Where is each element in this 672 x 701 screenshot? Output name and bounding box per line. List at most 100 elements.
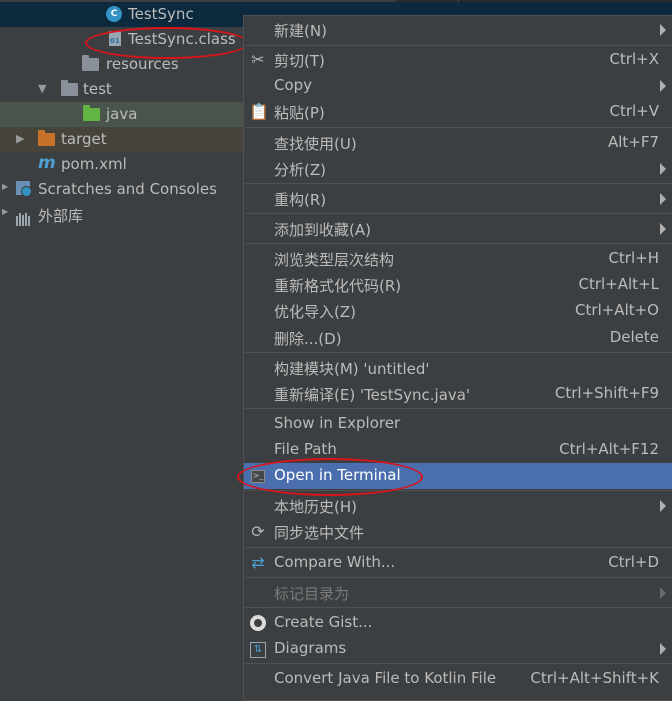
- menu-item-shortcut: Ctrl+D: [608, 553, 659, 571]
- submenu-arrow-icon: [660, 163, 666, 175]
- scratches-icon: [16, 181, 32, 197]
- menu-item-new[interactable]: 新建(N): [244, 17, 672, 43]
- library-icon: [16, 208, 32, 226]
- menu-separator: [245, 408, 672, 409]
- tree-item-label: TestSync: [128, 5, 194, 23]
- menu-item-paste[interactable]: 📋 粘贴(P) Ctrl+V: [244, 99, 672, 125]
- menu-item-label: 重构(R): [274, 191, 327, 209]
- menu-item-copy[interactable]: Copy: [244, 73, 672, 99]
- resources-folder-icon: [82, 55, 99, 71]
- menu-item-optimize-imports[interactable]: 优化导入(Z) Ctrl+Alt+O: [244, 298, 672, 324]
- class-file-icon: [109, 31, 121, 46]
- menu-separator: [245, 577, 672, 578]
- submenu-arrow-icon: [660, 500, 666, 512]
- menu-item-cut[interactable]: ✂ 剪切(T) Ctrl+X: [244, 47, 672, 73]
- diagram-icon: ⇅: [250, 642, 266, 658]
- menu-item-mark-directory-as[interactable]: 标记目录为: [244, 580, 672, 606]
- menu-separator: [245, 183, 672, 184]
- menu-item-label: 重新格式化代码(R): [274, 277, 402, 295]
- menu-item-find-usages[interactable]: 查找使用(U) Alt+F7: [244, 130, 672, 156]
- menu-item-file-path[interactable]: File Path Ctrl+Alt+F12: [244, 437, 672, 463]
- tree-item-label: 外部库: [38, 207, 84, 225]
- menu-item-label: 添加到收藏(A): [274, 221, 371, 239]
- menu-separator: [245, 127, 672, 128]
- menu-item-diagrams[interactable]: ⇅ Diagrams: [244, 636, 672, 662]
- tree-item-label: resources: [106, 55, 179, 73]
- menu-separator: [245, 352, 672, 353]
- expand-arrow-icon[interactable]: ▶: [2, 207, 8, 216]
- expand-arrow-icon[interactable]: ▶: [16, 132, 24, 145]
- menu-item-label: 删除...(D): [274, 330, 342, 348]
- menu-item-label: Convert Java File to Kotlin File: [274, 669, 497, 687]
- expand-arrow-icon[interactable]: ▼: [38, 82, 46, 95]
- menu-item-local-history[interactable]: 本地历史(H): [244, 493, 672, 519]
- menu-item-label: Diagrams: [274, 639, 347, 657]
- menu-item-build-module[interactable]: 构建模块(M) 'untitled': [244, 355, 672, 381]
- menu-separator: [245, 45, 672, 46]
- tree-item-label: Scratches and Consoles: [38, 180, 217, 198]
- menu-item-shortcut: Ctrl+H: [608, 249, 659, 267]
- menu-separator: [245, 663, 672, 664]
- menu-separator: [245, 243, 672, 244]
- menu-item-shortcut: Ctrl+Shift+F9: [554, 384, 659, 402]
- expand-arrow-icon[interactable]: ▶: [2, 182, 8, 191]
- tree-item-label: test: [83, 80, 112, 98]
- submenu-arrow-icon: [660, 587, 666, 599]
- submenu-arrow-icon: [660, 80, 666, 92]
- context-menu: 新建(N) ✂ 剪切(T) Ctrl+X Copy 📋 粘贴(P) Ctrl+V…: [243, 15, 672, 701]
- menu-item-shortcut: Ctrl+Alt+L: [578, 275, 660, 293]
- menu-item-analyze[interactable]: 分析(Z): [244, 156, 672, 182]
- tree-item-java[interactable]: java: [0, 102, 243, 127]
- menu-item-label: Copy: [274, 76, 313, 94]
- menu-item-recompile[interactable]: 重新编译(E) 'TestSync.java' Ctrl+Shift+F9: [244, 381, 672, 407]
- terminal-icon: >_: [251, 470, 265, 483]
- menu-item-open-in-terminal[interactable]: >_ Open in Terminal: [244, 463, 672, 489]
- sync-icon: ⟳: [251, 522, 265, 541]
- paste-icon: 📋: [249, 102, 269, 121]
- github-icon: [250, 615, 266, 631]
- menu-item-label: 剪切(T): [274, 52, 325, 70]
- target-folder-icon: [38, 130, 55, 146]
- menu-item-label: 构建模块(M) 'untitled': [274, 360, 430, 378]
- tree-item-label: target: [61, 130, 107, 148]
- menu-item-shortcut: Ctrl+Alt+F12: [559, 440, 659, 458]
- menu-item-reformat-code[interactable]: 重新格式化代码(R) Ctrl+Alt+L: [244, 272, 672, 298]
- menu-item-label: 粘贴(P): [274, 104, 325, 122]
- menu-item-create-gist[interactable]: Create Gist...: [244, 610, 672, 636]
- menu-item-add-to-favorites[interactable]: 添加到收藏(A): [244, 216, 672, 242]
- menu-item-shortcut: Ctrl+V: [609, 102, 659, 120]
- menu-item-label: Compare With...: [274, 553, 396, 571]
- submenu-arrow-icon: [660, 223, 666, 235]
- menu-separator: [245, 490, 672, 491]
- cut-icon: ✂: [251, 50, 265, 69]
- menu-item-type-hierarchy[interactable]: 浏览类型层次结构 Ctrl+H: [244, 246, 672, 272]
- menu-item-label: 浏览类型层次结构: [274, 251, 395, 269]
- menu-item-shortcut: Ctrl+X: [609, 50, 659, 68]
- folder-icon: [61, 80, 78, 96]
- menu-item-convert-to-kotlin[interactable]: Convert Java File to Kotlin File Ctrl+Al…: [244, 666, 672, 692]
- menu-separator: [245, 213, 672, 214]
- menu-item-compare-with[interactable]: ⇄ Compare With... Ctrl+D: [244, 550, 672, 576]
- menu-item-label: 标记目录为: [274, 585, 350, 603]
- maven-icon: m: [38, 153, 56, 173]
- menu-item-label: 优化导入(Z): [274, 303, 356, 321]
- menu-item-synchronize[interactable]: ⟳ 同步选中文件: [244, 519, 672, 545]
- menu-item-shortcut: Ctrl+Alt+Shift+K: [530, 669, 659, 687]
- menu-item-label: Show in Explorer: [274, 414, 401, 432]
- compare-icon: ⇄: [251, 553, 265, 572]
- menu-item-label: 分析(Z): [274, 161, 326, 179]
- tree-item-label: TestSync.class: [128, 30, 236, 48]
- menu-item-label: 重新编译(E) 'TestSync.java': [274, 386, 471, 404]
- menu-item-show-in-explorer[interactable]: Show in Explorer: [244, 411, 672, 437]
- submenu-arrow-icon: [660, 193, 666, 205]
- menu-item-shortcut: Delete: [609, 328, 659, 346]
- menu-item-label: File Path: [274, 440, 337, 458]
- tree-item-target[interactable]: ▶ target: [0, 127, 243, 152]
- submenu-arrow-icon: [660, 24, 666, 36]
- menu-item-refactor[interactable]: 重构(R): [244, 186, 672, 212]
- menu-item-shortcut: Alt+F7: [607, 133, 659, 151]
- test-source-folder-icon: [83, 105, 100, 121]
- menu-item-label: 查找使用(U): [274, 135, 357, 153]
- menu-item-delete[interactable]: 删除...(D) Delete: [244, 325, 672, 351]
- menu-item-label: Open in Terminal: [274, 466, 401, 484]
